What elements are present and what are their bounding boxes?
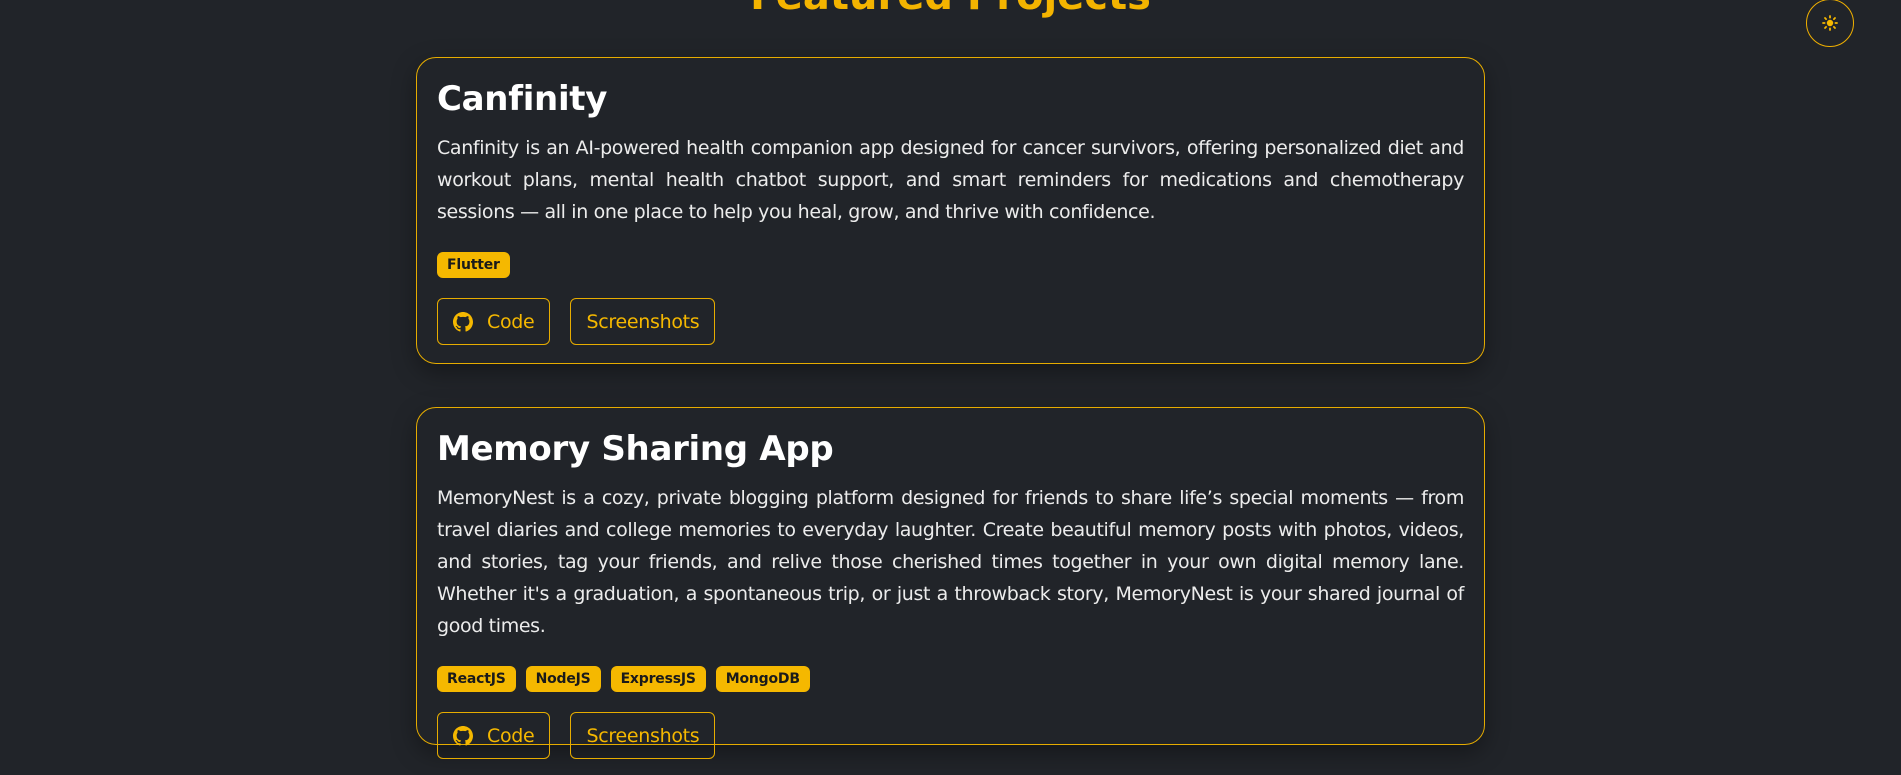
tech-tag: MongoDB: [715, 666, 810, 692]
tech-tag: ExpressJS: [610, 666, 706, 692]
code-button[interactable]: Code: [437, 298, 551, 345]
project-card: Memory Sharing App MemoryNest is a cozy,…: [416, 407, 1485, 759]
screenshots-button[interactable]: Screenshots: [570, 298, 716, 345]
code-button[interactable]: Code: [437, 712, 551, 759]
code-button-label: Code: [487, 724, 535, 747]
project-actions: Code Screenshots: [437, 298, 1464, 345]
project-card: Canfinity Canfinity is an AI-powered hea…: [416, 57, 1485, 364]
tech-tags: ReactJS NodeJS ExpressJS MongoDB: [437, 666, 1464, 692]
screenshots-button-label: Screenshots: [586, 724, 700, 747]
sun-icon: [1822, 15, 1838, 31]
page: Featured Projects Canfinity Canfinity is…: [0, 0, 1901, 775]
tech-tag: NodeJS: [525, 666, 601, 692]
project-description: MemoryNest is a cozy, private blogging p…: [437, 487, 1464, 637]
project-actions: Code Screenshots: [437, 712, 1464, 759]
screenshots-button-label: Screenshots: [586, 310, 700, 333]
github-icon: [453, 725, 473, 746]
project-description: Canfinity is an AI-powered health compan…: [437, 137, 1464, 223]
code-button-label: Code: [487, 310, 535, 333]
github-icon: [453, 311, 473, 332]
tech-tag: Flutter: [437, 252, 510, 278]
tech-tag: ReactJS: [437, 666, 516, 692]
screenshots-button[interactable]: Screenshots: [570, 712, 716, 759]
theme-toggle-button[interactable]: [1806, 0, 1854, 47]
section-title: Featured Projects: [0, 0, 1901, 16]
tech-tags: Flutter: [437, 252, 1464, 278]
project-title: Memory Sharing App: [437, 429, 834, 469]
project-title: Canfinity: [437, 79, 608, 119]
